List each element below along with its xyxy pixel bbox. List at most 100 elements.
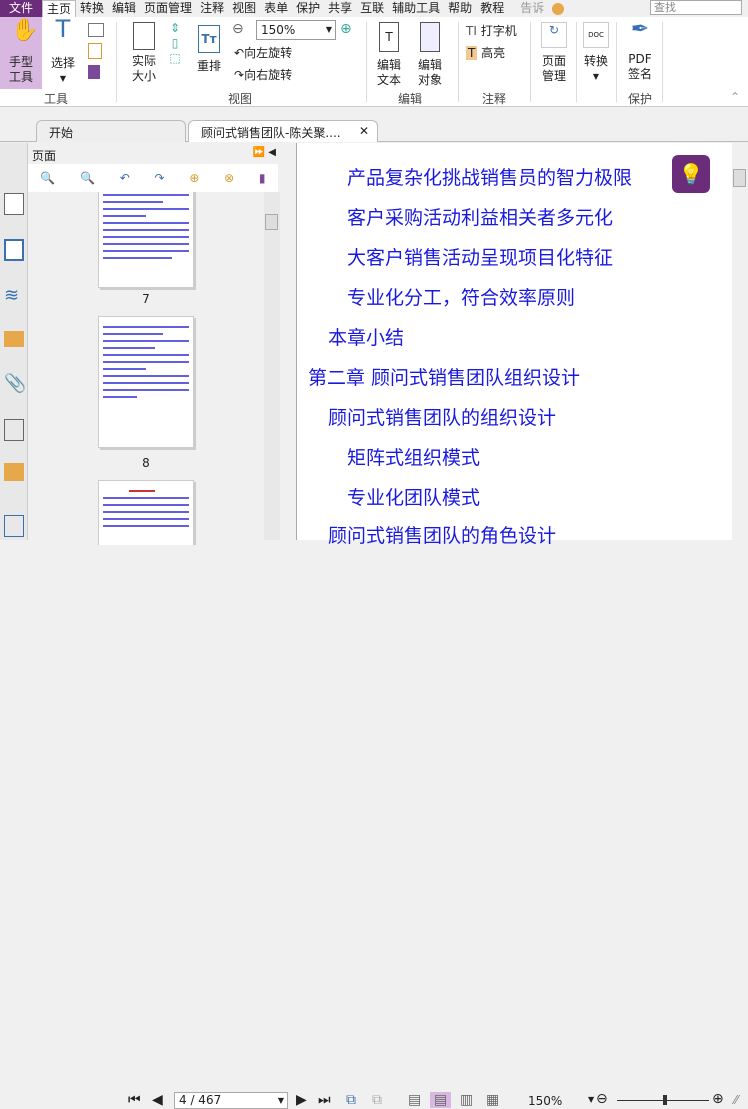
first-page-icon[interactable]: ⏮: [128, 1092, 141, 1108]
collapse-ribbon-icon[interactable]: ⌃: [730, 90, 740, 104]
clipboard-icon[interactable]: [88, 43, 102, 59]
toc-line[interactable]: 专业化团队模式: [347, 483, 480, 510]
rotate-left-page-icon[interactable]: ↶: [120, 171, 130, 185]
zoom-out-status-icon[interactable]: ⊖: [596, 1091, 608, 1107]
next-page-icon[interactable]: ▶: [296, 1092, 307, 1108]
edit-object-button[interactable]: 编辑对象: [412, 22, 448, 88]
zoom-level[interactable]: 150%: [528, 1094, 562, 1108]
highlight-label: 高亮: [481, 46, 506, 60]
continuous-page-icon[interactable]: ▤: [430, 1092, 452, 1108]
document-view: 💡 产品复杂化挑战销售员的智力极限 客户采购活动利益相关者多元化 大客户销售活动…: [296, 143, 732, 547]
scrollbar-thumb[interactable]: [265, 214, 278, 230]
bookmarks-icon[interactable]: [4, 193, 24, 215]
page-thumbnail-7[interactable]: [98, 192, 194, 288]
bookmark-page-icon[interactable]: [88, 65, 100, 79]
zoom-out-icon[interactable]: ⊖: [232, 22, 244, 37]
zoom-in-icon[interactable]: ⊕: [340, 22, 352, 37]
zoom-dropdown-icon[interactable]: ▼: [588, 1095, 594, 1104]
lock-icon[interactable]: [4, 463, 24, 481]
document-scrollbar-thumb[interactable]: [733, 169, 746, 187]
page-number-input[interactable]: 4 / 467 ▼: [174, 1092, 288, 1109]
toc-line[interactable]: 专业化分工，符合效率原则: [347, 283, 575, 310]
toc-line[interactable]: 产品复杂化挑战销售员的智力极限: [347, 163, 632, 190]
toc-line[interactable]: 顾问式销售团队的组织设计: [328, 403, 556, 430]
menu-form[interactable]: 表单: [260, 0, 292, 17]
last-page-icon[interactable]: ⏭: [318, 1092, 331, 1108]
enlarge-thumb-icon[interactable]: 🔍: [40, 171, 55, 185]
hand-tool-button[interactable]: ✋ 手型工具: [0, 17, 42, 89]
form-icon[interactable]: [4, 515, 24, 537]
fit-icons[interactable]: ⇕ ▯ ⬚: [168, 21, 182, 85]
page-label-icon[interactable]: ▮: [259, 171, 266, 185]
rotate-left-button[interactable]: ↶向左旋转: [234, 46, 292, 61]
page-manage-button[interactable]: ↻ 页面管理: [536, 22, 572, 84]
toc-line[interactable]: 第二章 顾问式销售团队组织设计: [308, 363, 580, 390]
reflow-icon: Tт: [198, 25, 220, 53]
typewriter-icon: TI: [466, 24, 481, 38]
menu-accessibility[interactable]: 辅助工具: [388, 0, 444, 17]
facing-page-icon[interactable]: ▥: [460, 1092, 473, 1108]
signature-icon[interactable]: [4, 419, 24, 441]
group-comment: 注释: [482, 92, 507, 106]
delete-page-icon[interactable]: ⊗: [224, 171, 234, 185]
panel-collapse-icon[interactable]: ⏩ ◀: [253, 147, 276, 158]
single-page-icon[interactable]: ▤: [408, 1092, 421, 1108]
edit-text-button[interactable]: T 编辑文本: [372, 22, 406, 88]
reduce-thumb-icon[interactable]: 🔍: [80, 171, 95, 185]
menu-tutorial[interactable]: 教程: [476, 0, 508, 17]
lightbulb-icon[interactable]: 💡: [672, 155, 710, 193]
close-tab-icon[interactable]: ✕: [359, 124, 369, 138]
convert-button[interactable]: DOC 转换 ▼: [580, 22, 612, 84]
document-scrollbar[interactable]: [732, 143, 748, 540]
snapshot-icon[interactable]: [88, 23, 104, 37]
search-input[interactable]: 查找: [650, 0, 742, 15]
menu-edit[interactable]: 编辑: [108, 0, 140, 17]
pdf-sign-button[interactable]: ✒ PDF签名: [622, 19, 658, 82]
thumbnail-scrollbar[interactable]: [264, 192, 280, 540]
menu-bar: 文件 主页 转换 编辑 页面管理 注释 视图 表单 保护 共享 互联 辅助工具 …: [0, 0, 748, 18]
zoom-slider-thumb[interactable]: [662, 1095, 667, 1105]
tab-document[interactable]: 顾问式销售团队-陈关聚.... ✕: [188, 120, 378, 142]
insert-page-icon[interactable]: ⊕: [189, 171, 199, 185]
previous-view-icon[interactable]: ⧉: [346, 1092, 356, 1108]
tell-me[interactable]: 告诉: [516, 0, 548, 17]
menu-comment[interactable]: 注释: [196, 0, 228, 17]
zoom-select[interactable]: 150% ▼: [256, 20, 336, 40]
menu-file[interactable]: 文件: [0, 0, 42, 17]
tab-start[interactable]: 开始: [36, 120, 186, 142]
toc-line[interactable]: 大客户销售活动呈现项目化特征: [347, 243, 613, 270]
rotate-right-page-icon[interactable]: ↷: [155, 171, 165, 185]
attachments-icon[interactable]: 📎: [4, 373, 26, 395]
menu-connect[interactable]: 互联: [356, 0, 388, 17]
toc-line[interactable]: 顾问式销售团队的角色设计: [328, 521, 556, 548]
menu-protect[interactable]: 保护: [292, 0, 324, 17]
page-thumbnail-8[interactable]: [98, 316, 194, 448]
continuous-facing-icon[interactable]: ▦: [486, 1092, 499, 1108]
pages-icon[interactable]: [4, 239, 24, 261]
select-button[interactable]: T 选择 ▼: [46, 17, 80, 86]
toc-line[interactable]: 本章小结: [328, 323, 404, 350]
menu-view[interactable]: 视图: [228, 0, 260, 17]
group-protect: 保护: [628, 92, 653, 106]
typewriter-button[interactable]: TI 打字机: [466, 24, 517, 39]
resize-grip-icon[interactable]: ⁄⁄: [734, 1093, 738, 1107]
toc-line[interactable]: 客户采购活动利益相关者多元化: [347, 203, 613, 230]
comments-icon[interactable]: [4, 331, 24, 347]
menu-page-manage[interactable]: 页面管理: [140, 0, 196, 17]
zoom-in-status-icon[interactable]: ⊕: [712, 1091, 724, 1107]
prev-page-icon[interactable]: ◀: [152, 1092, 163, 1108]
actual-size-button[interactable]: 实际大小: [124, 22, 164, 84]
rotate-right-button[interactable]: ↷向右旋转: [234, 68, 292, 83]
group-view: 视图: [228, 92, 253, 106]
layers-icon[interactable]: ≋: [4, 285, 24, 307]
heart-icon[interactable]: [552, 2, 565, 15]
page-thumbnail-9[interactable]: [98, 480, 194, 549]
menu-help[interactable]: 帮助: [444, 0, 476, 17]
menu-share[interactable]: 共享: [324, 0, 356, 17]
reflow-button[interactable]: Tт 重排: [192, 25, 226, 74]
menu-convert[interactable]: 转换: [76, 0, 108, 17]
pages-panel: 页面 ⏩ ◀ 🔍 🔍 ↶ ↷ ⊕ ⊗ ▮ 7 8: [28, 143, 282, 549]
toc-line[interactable]: 矩阵式组织模式: [347, 443, 480, 470]
next-view-icon[interactable]: ⧉: [372, 1092, 382, 1108]
highlight-button[interactable]: T 高亮: [466, 46, 505, 61]
